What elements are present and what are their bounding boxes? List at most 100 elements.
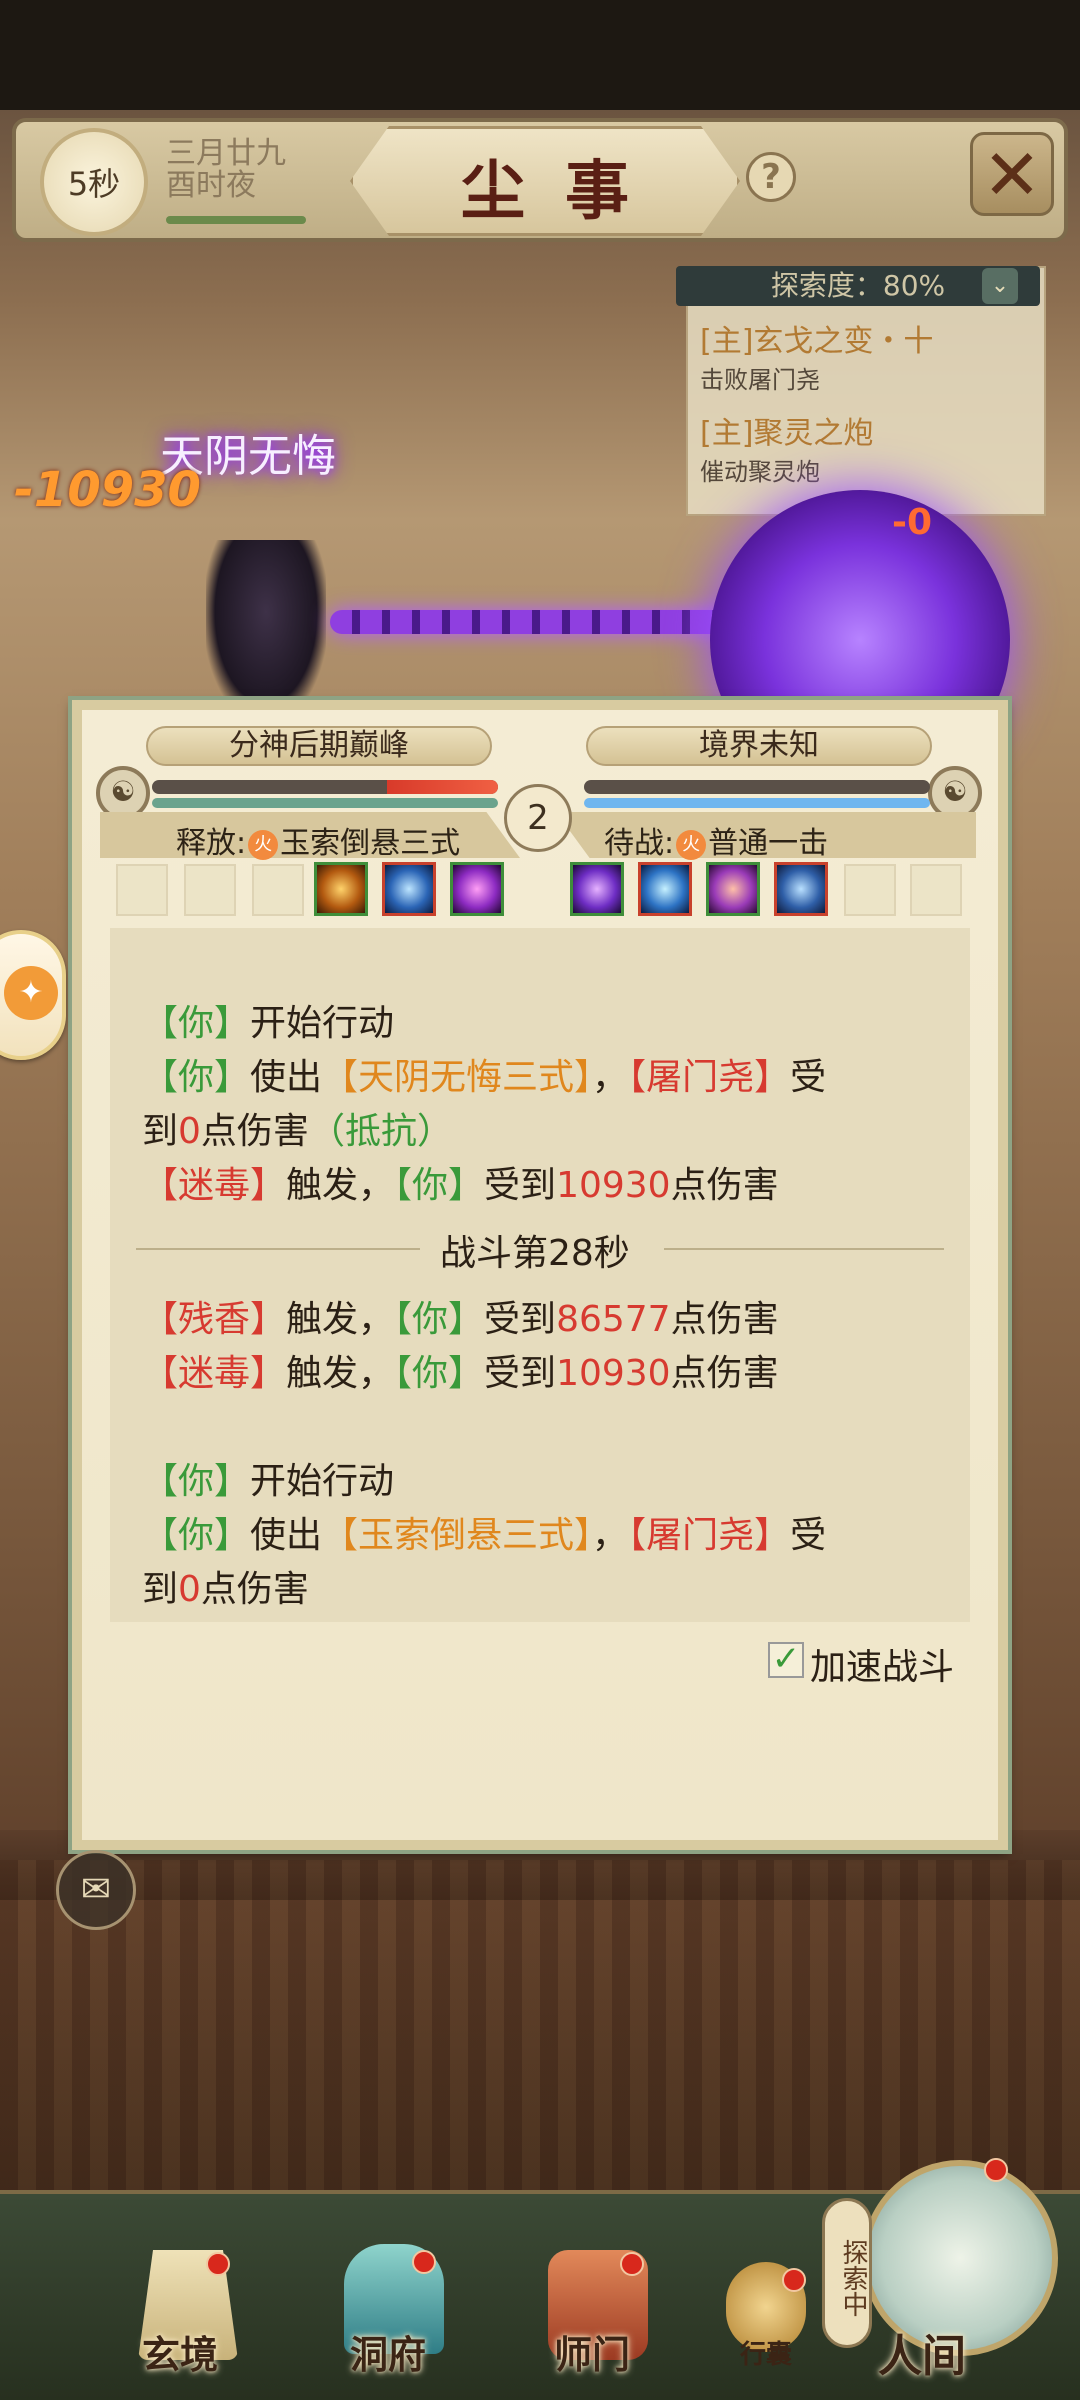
log-text: 使出 <box>250 1515 323 1556</box>
quest-desc: 击败屠门尧 <box>700 366 820 394</box>
log-text: 到 <box>142 1569 179 1610</box>
log-text: 使出 <box>250 1057 323 1098</box>
quest-item[interactable]: [主]玄戈之变・十 击败屠门尧 <box>700 316 933 395</box>
log-skill: 【天阴无悔三式】 <box>322 1057 593 1098</box>
flame-skill-icon[interactable] <box>314 862 368 916</box>
battle-time-separator: 战斗第28秒 <box>440 1233 630 1274</box>
time-progress-bar <box>166 216 306 224</box>
nav-label-renjian[interactable]: 人间 <box>878 2320 966 2384</box>
notification-dot <box>412 2250 436 2274</box>
arcane-skill-icon[interactable] <box>450 862 504 916</box>
nav-label-xingnang[interactable]: 行囊 <box>740 2334 792 2371</box>
log-damage: 10930 <box>556 1165 671 1206</box>
player-hp-bar <box>152 780 498 794</box>
log-line: 到0点伤害 <box>142 1560 309 1612</box>
nav-label-dongfu[interactable]: 洞府 <box>350 2324 426 2379</box>
fire-element-icon: 火 <box>676 829 707 860</box>
date-time: 酉时夜 <box>166 168 256 203</box>
log-line: 【你】开始行动 <box>142 994 394 1046</box>
countdown-timer: 5秒 <box>40 128 148 236</box>
enemy-avatar[interactable]: ☯ <box>928 766 982 820</box>
log-resist: （抵抗） <box>308 1111 453 1152</box>
crossed-swords-icon[interactable]: ✕ <box>970 132 1054 216</box>
floating-damage-right: -0 <box>892 502 932 543</box>
log-text: 触发， <box>286 1165 395 1206</box>
chat-icon[interactable]: ✉ <box>56 1850 136 1930</box>
separator-line <box>664 1248 944 1250</box>
collapse-chevron-icon[interactable]: ⌄ <box>982 268 1018 304</box>
log-line: 【你】使出【天阴无悔三式】，【屠门尧】受 <box>142 1048 826 1100</box>
notification-dot <box>782 2268 806 2292</box>
exploring-badge: 探索中 <box>822 2198 872 2348</box>
quest-title: [主]玄戈之变・十 <box>700 324 934 359</box>
separator-line <box>136 1248 420 1250</box>
empty-skill-slot <box>252 864 304 916</box>
log-text: 开始行动 <box>250 1461 395 1502</box>
log-text: 受到 <box>484 1353 557 1394</box>
release-skill-name: 玉索倒悬三式 <box>280 826 461 861</box>
log-text: 受到 <box>484 1299 557 1340</box>
log-actor: 【你】 <box>394 1353 485 1394</box>
arcane-skill-icon[interactable] <box>570 862 624 916</box>
log-text: 点伤害 <box>200 1569 309 1610</box>
empty-skill-slot <box>910 864 962 916</box>
accelerate-label[interactable]: 加速战斗 <box>810 1638 954 1690</box>
lightning-skill-icon[interactable] <box>382 862 436 916</box>
log-actor: 【你】 <box>142 1461 251 1502</box>
player-realm: 分神后期巅峰 <box>146 726 492 766</box>
log-actor: 【你】 <box>142 1003 251 1044</box>
log-text: ， <box>592 1057 629 1098</box>
log-line: 【迷毒】触发，【你】受到10930点伤害 <box>142 1344 779 1396</box>
log-line: 到0点伤害（抵抗） <box>142 1102 453 1154</box>
gamepad-icon[interactable]: ✦ <box>4 966 58 1020</box>
log-text: 受 <box>790 1057 827 1098</box>
log-text: 点伤害 <box>670 1353 779 1394</box>
player-character <box>206 540 326 720</box>
log-target: 【屠门尧】 <box>628 1057 791 1098</box>
log-line: 【你】开始行动 <box>142 1452 394 1504</box>
notification-dot <box>620 2252 644 2276</box>
temple-building <box>0 1860 1080 2200</box>
log-actor: 【你】 <box>394 1299 485 1340</box>
log-text: 触发， <box>286 1353 395 1394</box>
empty-skill-slot <box>116 864 168 916</box>
empty-skill-slot <box>184 864 236 916</box>
game-date: 三月廿九 酉时夜 <box>166 138 286 202</box>
log-target: 【屠门尧】 <box>628 1515 791 1556</box>
player-mp-bar <box>152 798 498 808</box>
nav-label-xuanjing[interactable]: 玄境 <box>142 2324 218 2379</box>
page-title: 尘事 <box>461 154 669 229</box>
player-avatar[interactable]: ☯ <box>96 766 150 820</box>
floating-damage-left: -10930 <box>14 462 201 518</box>
release-label: 释放: <box>176 826 247 861</box>
fire-element-icon: 火 <box>248 829 279 860</box>
enemy-mp-bar <box>584 798 930 808</box>
accelerate-checkbox[interactable]: ✓ <box>768 1642 804 1678</box>
notification-dot <box>984 2158 1008 2182</box>
wind-skill-icon[interactable] <box>774 862 828 916</box>
notification-dot <box>206 2252 230 2276</box>
log-damage: 86577 <box>556 1299 671 1340</box>
release-skill-info: 释放: 火玉索倒悬三式 <box>176 818 460 862</box>
round-counter: 2 <box>504 784 572 852</box>
log-debuff: 【迷毒】 <box>142 1165 287 1206</box>
log-damage: 0 <box>178 1111 201 1152</box>
log-text: 受 <box>790 1515 827 1556</box>
log-text: 开始行动 <box>250 1003 395 1044</box>
question-icon[interactable]: ? <box>746 152 796 202</box>
log-text: 到 <box>142 1111 179 1152</box>
log-line: 【你】使出【玉索倒悬三式】，【屠门尧】受 <box>142 1506 826 1558</box>
enemy-realm: 境界未知 <box>586 726 932 766</box>
quest-item[interactable]: [主]聚灵之炮 催动聚灵炮 <box>700 408 873 487</box>
palm-skill-icon[interactable] <box>706 862 760 916</box>
log-text: ， <box>592 1515 629 1556</box>
log-text: 触发， <box>286 1299 395 1340</box>
log-text: 点伤害 <box>670 1165 779 1206</box>
enemy-hp-bar <box>584 780 930 794</box>
enemy-mp-fill <box>584 798 930 808</box>
log-actor: 【你】 <box>394 1165 485 1206</box>
quest-title: [主]聚灵之炮 <box>700 416 874 451</box>
nav-label-shimen[interactable]: 师门 <box>554 2324 630 2379</box>
lightning-skill-icon[interactable] <box>638 862 692 916</box>
log-damage: 10930 <box>556 1353 671 1394</box>
